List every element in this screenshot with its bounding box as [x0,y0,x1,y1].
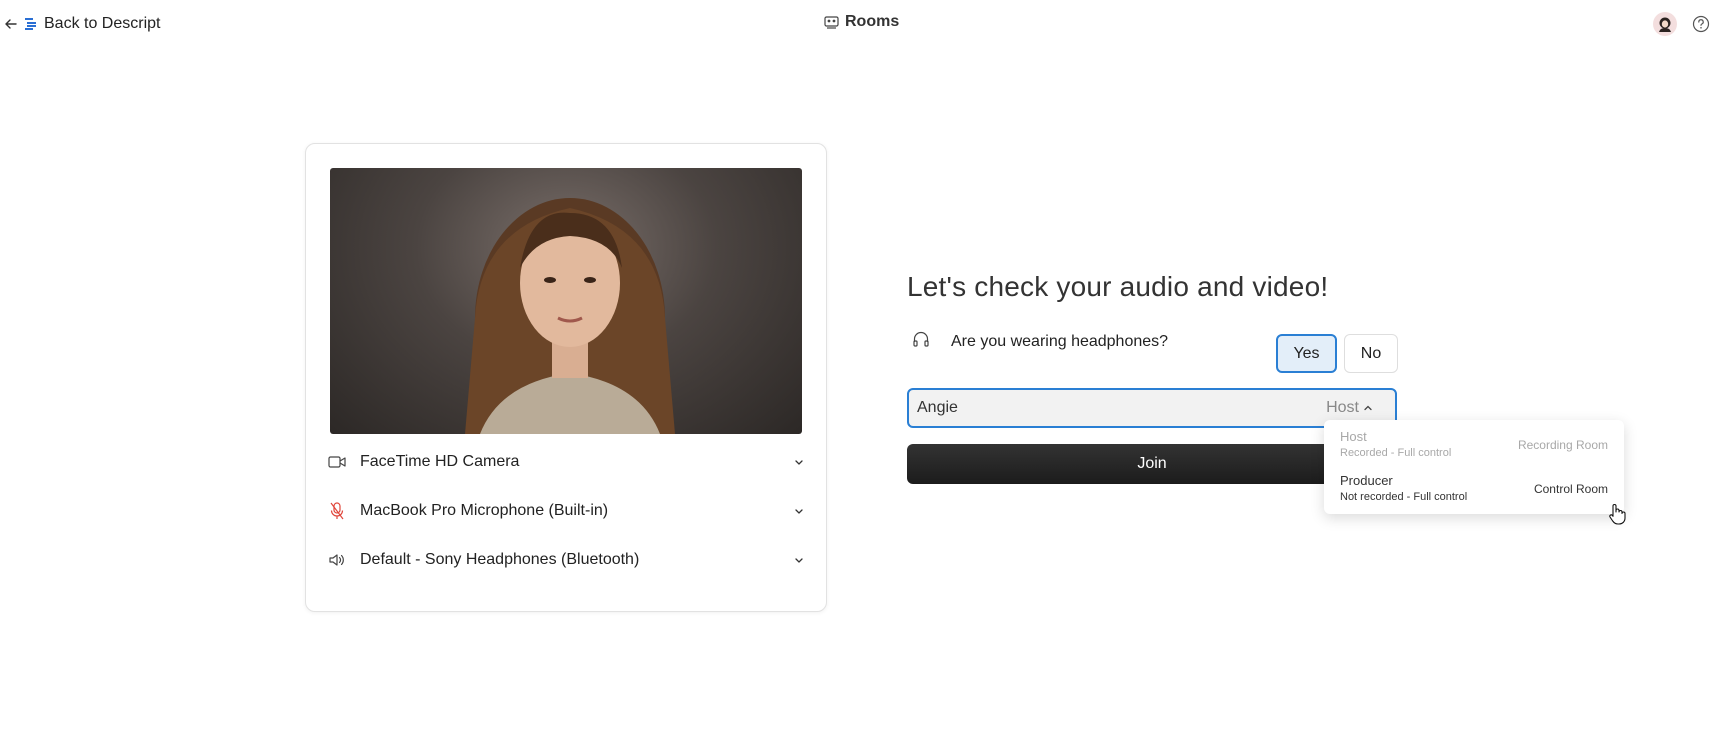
camera-icon [326,451,348,473]
app-window: Back to Descript Rooms FaceTime HD Camer… [0,0,1718,756]
role-option-desc: Not recorded - Full control [1340,491,1468,503]
role-option-desc: Recorded - Full control [1340,447,1452,459]
role-option-host[interactable]: Host Recorded - Full control Recording R… [1324,425,1624,467]
page-title-text: Rooms [845,13,900,30]
help-icon[interactable] [1692,15,1710,33]
microphone-select-label: MacBook Pro Microphone (Built-in) [360,502,609,519]
role-dropdown-menu: Host Recorded - Full control Recording R… [1324,420,1624,514]
back-link-label: Back to Descript [44,15,161,32]
arrow-left-icon [5,19,17,29]
descript-logo-icon [25,18,36,30]
top-bar: Back to Descript Rooms [0,0,1718,48]
hand-cursor-icon [1609,504,1626,525]
camera-preview [330,168,802,434]
chevron-down-icon [795,509,803,514]
check-heading: Let's check your audio and video! [907,271,1329,302]
page-title: Rooms [824,13,899,31]
role-option-producer[interactable]: Producer Not recorded - Full control Con… [1324,469,1624,511]
headphones-icon [913,331,929,347]
back-to-descript-link[interactable]: Back to Descript [4,11,160,37]
headphones-row [912,330,930,348]
headphones-no-button[interactable]: No [1344,334,1398,373]
role-select-value: Host [1326,399,1359,416]
speaker-icon [326,549,348,571]
user-avatar-icon [1659,17,1671,32]
speaker-select-label: Default - Sony Headphones (Bluetooth) [360,551,640,568]
speaker-select[interactable]: Default - Sony Headphones (Bluetooth) [326,543,806,577]
avatar[interactable] [1653,12,1677,36]
name-input[interactable] [917,390,1267,426]
microphone-select[interactable]: MacBook Pro Microphone (Built-in) [326,494,806,528]
headphones-yes-button[interactable]: Yes [1276,334,1337,373]
chevron-up-icon [1364,405,1372,411]
role-option-room: Control Room [1533,482,1608,496]
role-select[interactable]: Host [1326,399,1373,417]
person-video-frame [465,198,675,434]
headphones-question: Are you wearing headphones? [951,333,1169,350]
camera-select-label: FaceTime HD Camera [360,453,520,470]
microphone-muted-icon [326,500,348,522]
role-option-name: Producer [1340,473,1393,488]
role-option-name: Host [1340,429,1367,444]
chevron-down-icon [795,558,803,563]
camera-select[interactable]: FaceTime HD Camera [326,445,806,479]
rooms-icon [824,15,839,29]
role-option-room: Recording Room [1517,438,1608,452]
device-card: FaceTime HD Camera MacBook Pro Microphon… [305,143,827,612]
name-role-field: Host [907,388,1397,428]
chevron-down-icon [795,460,803,465]
